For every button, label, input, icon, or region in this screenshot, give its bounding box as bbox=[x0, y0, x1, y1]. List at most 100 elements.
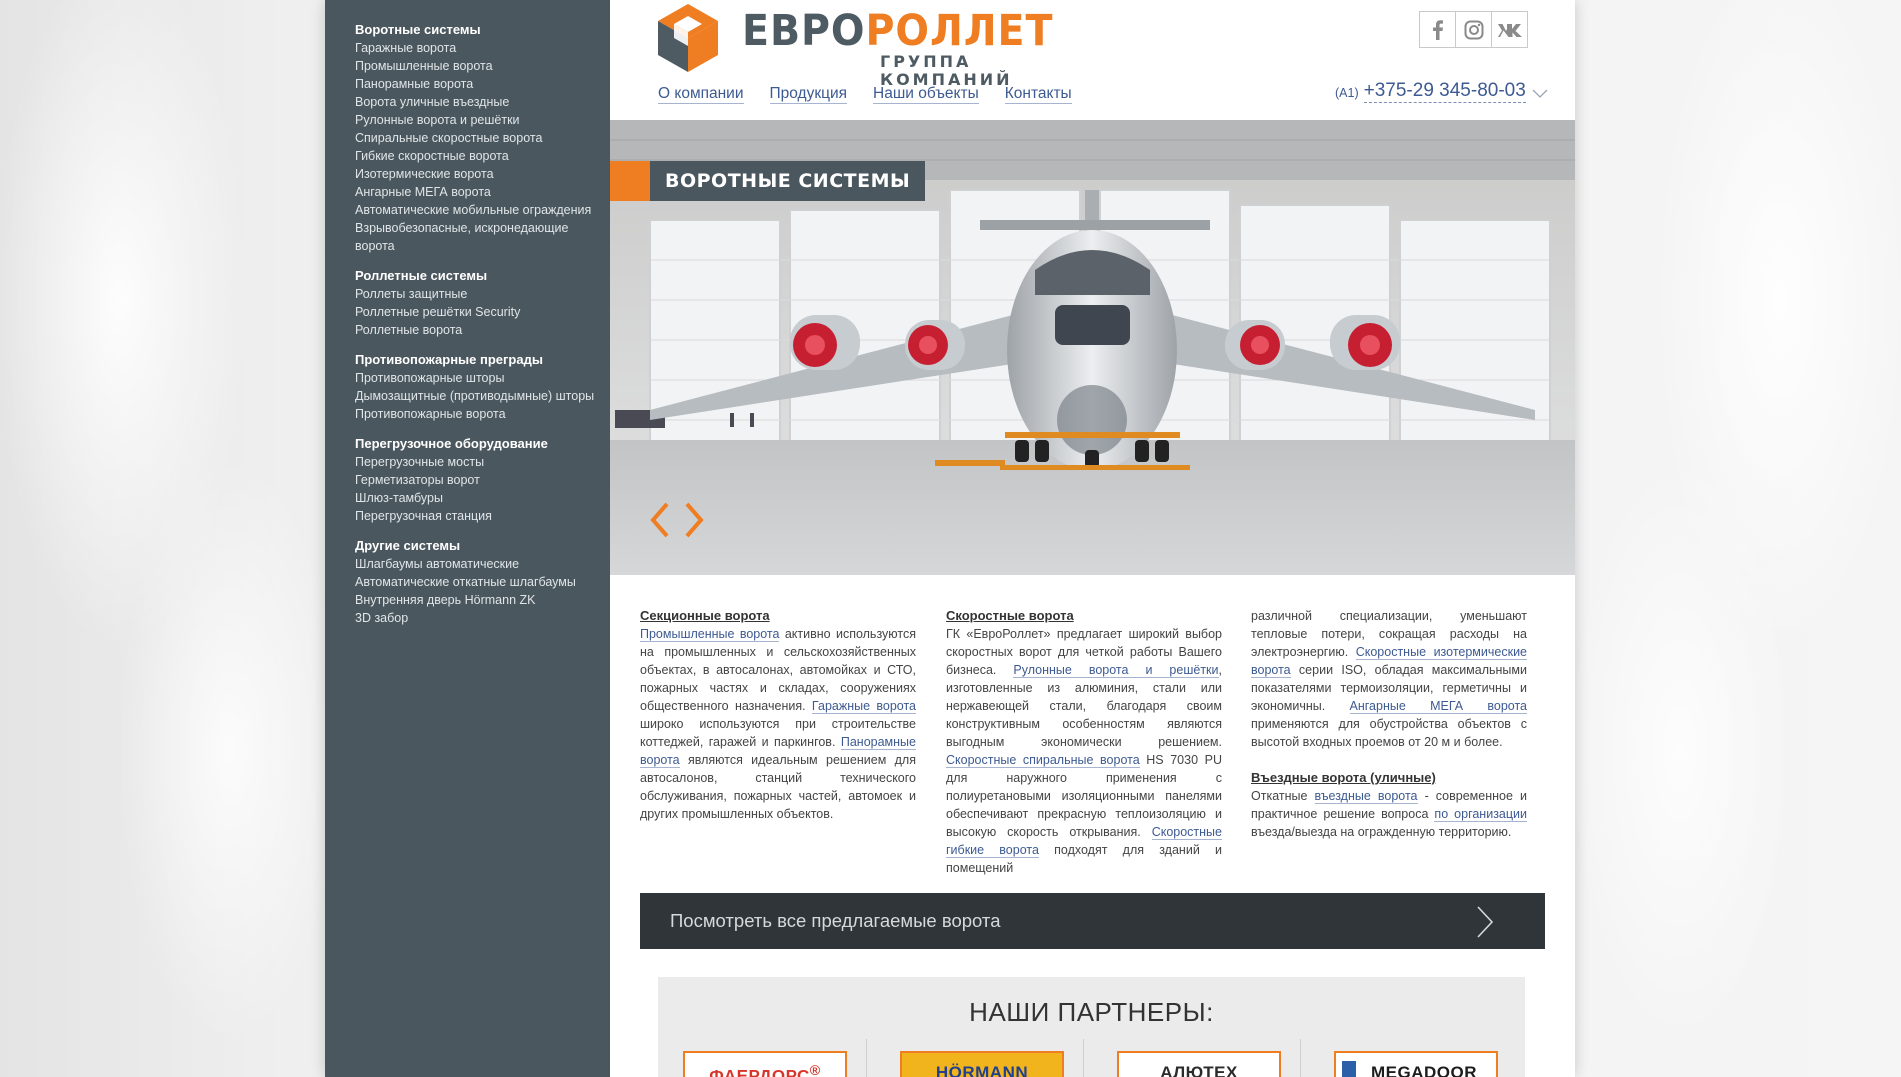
column-text: Откатные въездные ворота - современное и… bbox=[1251, 787, 1527, 841]
sidebar-item[interactable]: Спиральные скоростные ворота bbox=[355, 129, 595, 147]
partner-logo-text: MEGADOOR bbox=[1371, 1063, 1477, 1077]
nav-item-contacts[interactable]: Контакты bbox=[1004, 85, 1072, 104]
sidebar-item[interactable]: Ангарные МЕГА ворота bbox=[355, 183, 595, 201]
phone-number[interactable]: +375-29 345-80-03 bbox=[1363, 80, 1526, 103]
sidebar-item[interactable]: Гибкие скоростные ворота bbox=[355, 147, 595, 165]
partners-title: НАШИ ПАРТНЕРЫ: bbox=[969, 997, 1214, 1027]
chevron-right-icon bbox=[685, 502, 704, 538]
sidebar-catalog: Воротные системы Гаражные ворота Промышл… bbox=[325, 0, 610, 1077]
slider-prev-button[interactable] bbox=[647, 500, 673, 540]
sidebar-category: Другие системы Шлагбаумы автоматические … bbox=[355, 537, 610, 627]
partner-logo-hormann[interactable]: HÖRMANN bbox=[900, 1051, 1064, 1077]
sidebar-item[interactable]: Герметизаторы ворот bbox=[355, 471, 595, 489]
partner-logo-text: HÖRMANN bbox=[935, 1063, 1029, 1077]
hero-slider: ВОРОТНЫЕ СИСТЕМЫ bbox=[610, 120, 1575, 575]
phone-operator: (A1) bbox=[1335, 86, 1359, 100]
logo-cube-icon bbox=[658, 4, 718, 72]
sidebar-category-title[interactable]: Перегрузочное оборудование bbox=[355, 435, 610, 453]
logo-wordmark: ЕВРОРОЛЛЕТ bbox=[742, 8, 1053, 54]
partner-logo-text: АЛЮТЕХ bbox=[1160, 1063, 1238, 1077]
link-mega-gates[interactable]: Ангарные МЕГА ворота bbox=[1349, 699, 1527, 714]
sidebar-item[interactable]: Шлюз-тамбуры bbox=[355, 489, 595, 507]
sidebar-item[interactable]: Автоматические мобильные ограждения bbox=[355, 201, 595, 219]
link-organization[interactable]: по организации bbox=[1434, 807, 1527, 822]
logo-tagline: ГРУППА КОМПАНИЙ bbox=[880, 52, 1013, 89]
column-text: Промышленные ворота активно используются… bbox=[640, 625, 916, 823]
sidebar-item[interactable]: Роллетные решётки Security bbox=[355, 303, 595, 321]
sidebar-item[interactable]: Панорамные ворота bbox=[355, 75, 595, 93]
slider-next-button[interactable] bbox=[681, 500, 707, 540]
sidebar-item[interactable]: Перегрузочная станция bbox=[355, 507, 595, 525]
sidebar-item[interactable]: Шлагбаумы автоматические bbox=[355, 555, 595, 573]
main-nav: О компании Продукция Наши объекты Контак… bbox=[658, 85, 1072, 104]
sidebar-item[interactable]: Изотермические ворота bbox=[355, 165, 595, 183]
social-links bbox=[1419, 11, 1528, 48]
view-all-gates-button[interactable]: Посмотреть все предлагаемые ворота bbox=[640, 893, 1545, 949]
facebook-link[interactable] bbox=[1419, 11, 1456, 48]
chevron-left-icon bbox=[650, 502, 669, 538]
sidebar-item[interactable]: Роллеты защитные bbox=[355, 285, 595, 303]
section-title-entrance-gates[interactable]: Въездные ворота (уличные) bbox=[1251, 769, 1527, 787]
partner-logo-megadoor[interactable]: MEGADOOR bbox=[1334, 1051, 1498, 1077]
view-all-gates-label: Посмотреть все предлагаемые ворота bbox=[670, 910, 1001, 931]
chevron-down-icon[interactable] bbox=[1532, 89, 1548, 99]
vk-icon bbox=[1497, 23, 1522, 37]
link-industrial-gates[interactable]: Промышленные ворота bbox=[640, 627, 780, 642]
instagram-link[interactable] bbox=[1455, 11, 1492, 48]
hero-caption: ВОРОТНЫЕ СИСТЕМЫ bbox=[610, 161, 926, 201]
partner-logo-firedoors[interactable]: ФАЕРДОРС® bbox=[683, 1051, 847, 1077]
sidebar-item[interactable]: Противопожарные ворота bbox=[355, 405, 595, 423]
nav-item-objects[interactable]: Наши объекты bbox=[873, 85, 979, 104]
link-entrance-gates[interactable]: въездные ворота bbox=[1314, 789, 1418, 804]
content-column-high-speed: Скоростные ворота ГК «ЕвроРоллет» предла… bbox=[946, 607, 1222, 877]
link-roller-gates[interactable]: Рулонные ворота и решётки bbox=[1013, 663, 1219, 678]
section-title-sectional-gates[interactable]: Секционные ворота bbox=[640, 607, 916, 625]
sidebar-category-title[interactable]: Роллетные системы bbox=[355, 267, 610, 285]
sidebar-category-title[interactable]: Воротные системы bbox=[355, 21, 610, 39]
sidebar-item[interactable]: Гаражные ворота bbox=[355, 39, 595, 57]
nav-item-about[interactable]: О компании bbox=[658, 85, 744, 104]
instagram-icon bbox=[1464, 20, 1483, 39]
sidebar-item[interactable]: Рулонные ворота и решётки bbox=[355, 111, 595, 129]
text-run: въезда/выезда на огражденную территорию. bbox=[1251, 825, 1512, 839]
phone-block: (A1) +375-29 345-80-03 bbox=[1335, 80, 1548, 103]
nav-item-products[interactable]: Продукция bbox=[769, 85, 848, 104]
partners-divider bbox=[1300, 1039, 1301, 1077]
partners-section: НАШИ ПАРТНЕРЫ: ФАЕРДОРС® HÖRMANN АЛЮТЕХ … bbox=[658, 977, 1525, 1077]
sidebar-category: Воротные системы Гаражные ворота Промышл… bbox=[355, 21, 610, 255]
text-run: применяются для обустройства объектов с … bbox=[1251, 717, 1527, 749]
site-logo[interactable]: ЕВРОРОЛЛЕТ ГРУППА КОМПАНИЙ bbox=[658, 4, 1078, 89]
text-run: являются идеальным решением для автосало… bbox=[640, 753, 916, 821]
sidebar-category: Противопожарные преграды Противопожарные… bbox=[355, 351, 610, 423]
sidebar-item[interactable]: Внутренняя дверь Hörmann ZK bbox=[355, 591, 595, 609]
sidebar-item[interactable]: Взрывобезопасные, искронедающие ворота bbox=[355, 219, 595, 255]
content-column-continued: различной специализации, уменьшают тепло… bbox=[1251, 607, 1528, 841]
sidebar-item[interactable]: Ворота уличные въездные bbox=[355, 93, 595, 111]
partner-logo-alutech[interactable]: АЛЮТЕХ bbox=[1117, 1051, 1281, 1077]
section-title-high-speed-gates[interactable]: Скоростные ворота bbox=[946, 607, 1222, 625]
partner-logo-text: ФАЕРДОРС® bbox=[685, 1063, 845, 1077]
link-garage-gates[interactable]: Гаражные ворота bbox=[811, 699, 916, 714]
text-run: Откатные bbox=[1251, 789, 1315, 803]
facebook-icon bbox=[1432, 19, 1443, 40]
sidebar-item[interactable]: Противопожарные шторы bbox=[355, 369, 595, 387]
link-spiral-gates[interactable]: Скоростные спиральные ворота bbox=[946, 753, 1140, 768]
partner-logo-mark: ® bbox=[809, 1063, 821, 1077]
column-text: различной специализации, уменьшают тепло… bbox=[1251, 607, 1528, 751]
sidebar-item[interactable]: Автоматические откатные шлагбаумы bbox=[355, 573, 595, 591]
sidebar-item[interactable]: Дымозащитные (противодымные) шторы bbox=[355, 387, 595, 405]
sidebar-category: Роллетные системы Роллеты защитные Ролле… bbox=[355, 267, 610, 339]
sidebar-category-title[interactable]: Противопожарные преграды bbox=[355, 351, 610, 369]
sidebar-item[interactable]: Роллетные ворота bbox=[355, 321, 595, 339]
column-text: ГК «ЕвроРоллет» предлагает широкий выбор… bbox=[946, 625, 1222, 877]
vk-link[interactable] bbox=[1491, 11, 1528, 48]
sidebar-item[interactable]: Перегрузочные мосты bbox=[355, 453, 595, 471]
sidebar-item[interactable]: Промышленные ворота bbox=[355, 57, 595, 75]
chevron-right-icon bbox=[1477, 906, 1494, 938]
content-column-sectional: Секционные ворота Промышленные ворота ак… bbox=[640, 607, 916, 823]
partner-logo-text-main: ФАЕРДОРС bbox=[709, 1066, 810, 1077]
logo-wordmark-part2: РОЛЛЕТ bbox=[865, 6, 1054, 56]
partners-divider bbox=[1083, 1039, 1084, 1077]
sidebar-item[interactable]: 3D забор bbox=[355, 609, 595, 627]
sidebar-category-title[interactable]: Другие системы bbox=[355, 537, 610, 555]
